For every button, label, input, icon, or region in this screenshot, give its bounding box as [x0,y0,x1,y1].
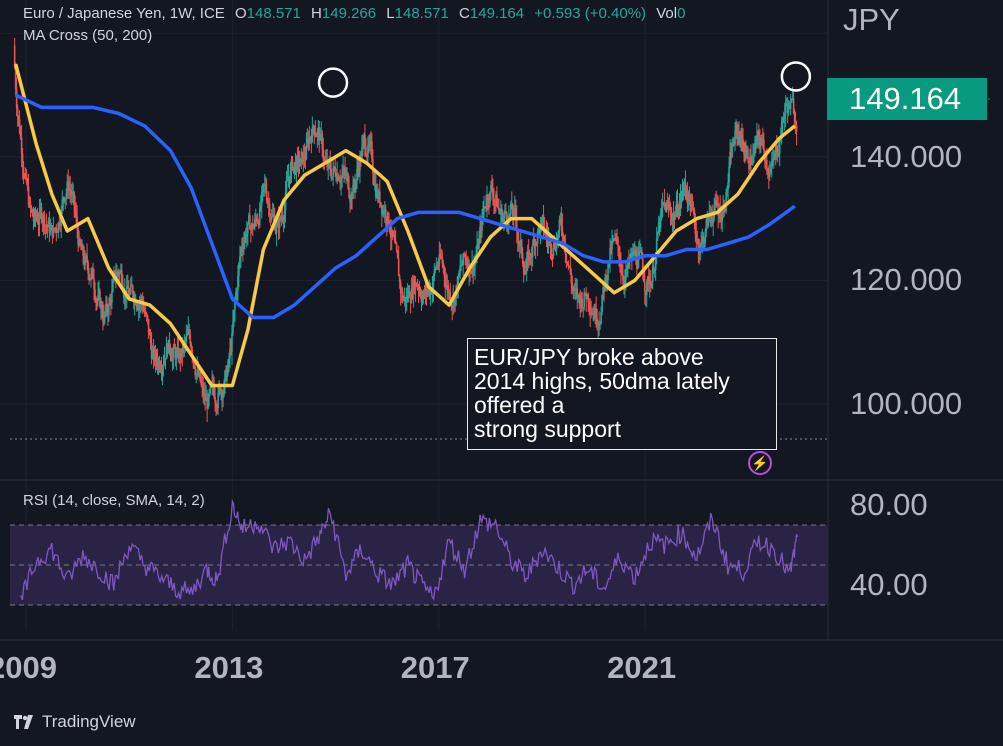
candle-body [185,335,188,341]
rsi-label[interactable]: RSI (14, close, SMA, 14, 2) [23,492,205,509]
candle-body [172,347,175,358]
time-tick-label: 2021 [607,650,677,685]
volume-label: Vol [656,5,678,22]
candle-body [728,166,730,183]
candle-body [379,191,381,203]
close-label: C [459,5,470,22]
close-value: 149.164 [469,5,525,22]
price-tick-label: 120.000 [850,262,963,298]
candle-body [531,244,534,258]
low-label: L [386,5,395,22]
candle-body [111,291,113,303]
candle-body [763,139,765,151]
low-value: 148.571 [394,5,449,22]
candle-body [108,304,110,315]
candle-body [581,298,584,308]
candle-body [16,108,19,117]
chart: Euro / Japanese Yen, 1W, ICE O148.571 H1… [0,0,1003,746]
symbol-title: Euro / Japanese Yen, 1W, ICE [23,5,225,22]
last-price-badge: 149.164 [827,78,987,120]
brand[interactable]: TradingView [14,712,136,732]
candle-body [129,285,132,294]
tradingview-logo-icon [14,715,33,729]
candle-body [789,102,792,109]
open-value: 148.571 [246,5,301,22]
candle-body [384,209,387,218]
candle-body [643,281,646,292]
candle-body [275,226,278,234]
highlight-circle-icon [317,67,349,98]
open-label: O [234,5,247,22]
candle-body [731,145,733,158]
candle-body [766,159,768,169]
currency-label: JPY [843,2,900,37]
high-value: 149.266 [321,5,377,22]
candle-body [231,333,233,352]
highlights [317,61,812,98]
rsi-tick-label: 80.00 [850,487,928,522]
time-tick-label: 2013 [194,650,264,685]
candle-body [395,244,398,251]
rsi-tick-label: 40.00 [850,567,928,602]
change-value: +0.593 (+0.40%) [534,5,647,22]
time-tick-label: 2017 [400,650,470,685]
brand-name: TradingView [42,712,136,731]
candle-body [146,315,149,320]
candle-body [397,258,400,277]
annotation-line: 2014 highs, 50dma lately [474,368,730,394]
price-tick-label: 140.000 [850,138,963,174]
indicator-label[interactable]: MA Cross (50, 200) [23,27,152,44]
lightning-bolt-icon[interactable]: ⚡ [748,451,772,475]
high-label: H [311,5,322,22]
candle-body [565,253,568,262]
rsi-pane [10,498,828,606]
candle-body [550,247,553,255]
time-tick-label: 2009 [0,650,57,685]
candle-body [88,273,90,278]
volume-value: 0 [677,5,686,22]
price-tick-label: 100.000 [850,386,963,421]
candle-body [795,125,798,132]
candle-body [285,181,288,193]
chart-legend: Euro / Japanese Yen, 1W, ICE O148.571 H1… [23,5,685,22]
candle-body [617,238,619,246]
annotation-line: EUR/JPY broke above [474,344,704,370]
annotation-box[interactable]: EUR/JPY broke above 2014 highs, 50dma la… [467,338,777,450]
highlight-circle-icon [780,61,812,92]
annotation-line: strong support [474,416,622,442]
annotation-line: offered a [474,392,565,418]
